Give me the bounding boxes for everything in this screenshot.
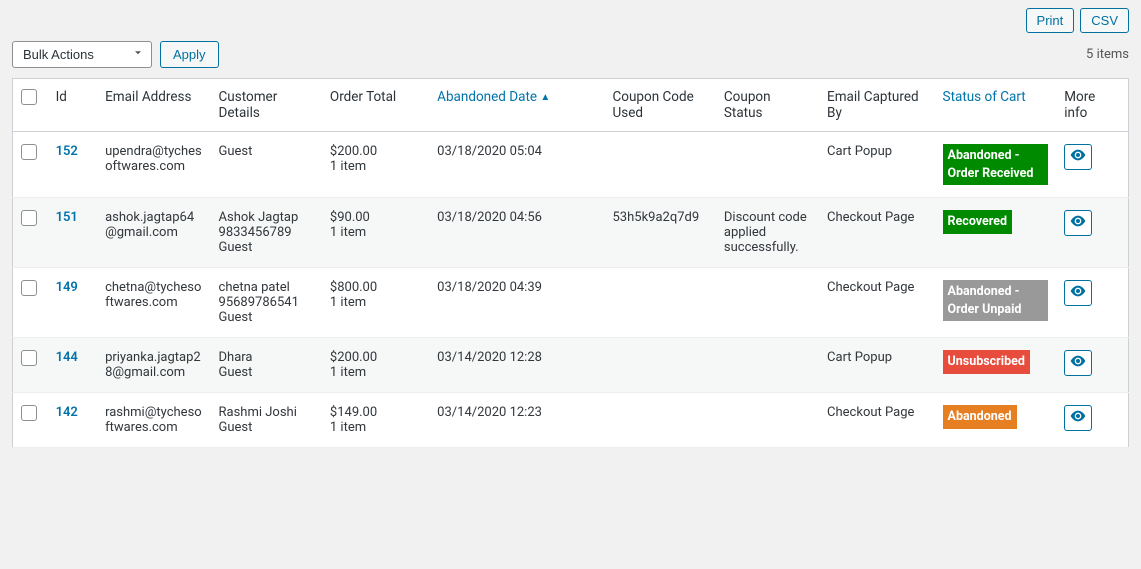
view-details-button[interactable] — [1064, 350, 1092, 376]
order-total-cell: $200.001 item — [322, 132, 429, 198]
customer-cell: Ashok Jagtap9833456789Guest — [211, 198, 322, 268]
table-row: 144 priyanka.jagtap28@gmail.comDharaGuest… — [13, 338, 1129, 393]
id-link[interactable]: 151 — [56, 210, 78, 225]
table-row: 142 rashmi@tychesoftwares.comRashmi Joshi… — [13, 393, 1129, 448]
table-row: 149 chetna@tychesoftwares.comchetna patel… — [13, 268, 1129, 338]
csv-button[interactable]: CSV — [1080, 8, 1129, 33]
order-total-cell: $200.001 item — [322, 338, 429, 393]
status-badge: Abandoned - Order Unpaid — [943, 280, 1049, 321]
captured-by-cell: Checkout Page — [819, 268, 935, 338]
row-checkbox[interactable] — [21, 210, 37, 226]
coupon-cell — [605, 393, 716, 448]
view-details-button[interactable] — [1064, 210, 1092, 236]
email-cell: priyanka.jagtap28@gmail.com — [97, 338, 210, 393]
coupon-cell — [605, 268, 716, 338]
bulk-actions-select[interactable]: Bulk Actions — [12, 41, 152, 68]
id-link[interactable]: 142 — [56, 405, 78, 420]
coupon-status-cell — [716, 132, 819, 198]
eye-icon — [1070, 285, 1086, 301]
customer-cell: DharaGuest — [211, 338, 322, 393]
id-link[interactable]: 149 — [56, 280, 78, 295]
date-cell: 03/18/2020 04:56 — [429, 198, 604, 268]
order-total-cell: $90.001 item — [322, 198, 429, 268]
captured-by-cell: Cart Popup — [819, 338, 935, 393]
col-order-total: Order Total — [322, 79, 429, 132]
row-checkbox[interactable] — [21, 405, 37, 421]
apply-button[interactable]: Apply — [160, 41, 219, 68]
items-count: 5 items — [1086, 47, 1129, 62]
coupon-status-cell — [716, 393, 819, 448]
captured-by-cell: Checkout Page — [819, 393, 935, 448]
date-cell: 03/18/2020 05:04 — [429, 132, 604, 198]
view-details-button[interactable] — [1064, 405, 1092, 431]
coupon-status-cell — [716, 338, 819, 393]
row-checkbox[interactable] — [21, 280, 37, 296]
eye-icon — [1070, 410, 1086, 426]
id-link[interactable]: 152 — [56, 144, 78, 159]
table-row: 152 upendra@tychesoftwares.comGuest$200.0… — [13, 132, 1129, 198]
date-cell: 03/14/2020 12:23 — [429, 393, 604, 448]
email-cell: chetna@tychesoftwares.com — [97, 268, 210, 338]
email-cell: upendra@tychesoftwares.com — [97, 132, 210, 198]
row-checkbox[interactable] — [21, 350, 37, 366]
customer-cell: chetna patel95689786541Guest — [211, 268, 322, 338]
col-cart-status[interactable]: Status of Cart — [935, 79, 1057, 132]
col-more-info: More info — [1056, 79, 1128, 132]
select-all-checkbox[interactable] — [21, 89, 37, 105]
col-email[interactable]: Email Address — [97, 79, 210, 132]
email-cell: rashmi@tychesoftwares.com — [97, 393, 210, 448]
status-badge: Unsubscribed — [943, 350, 1030, 374]
status-badge: Abandoned — [943, 405, 1017, 429]
sort-asc-icon: ▲ — [540, 92, 550, 103]
date-cell: 03/14/2020 12:28 — [429, 338, 604, 393]
col-coupon-status: Coupon Status — [716, 79, 819, 132]
view-details-button[interactable] — [1064, 144, 1092, 170]
captured-by-cell: Checkout Page — [819, 198, 935, 268]
coupon-status-cell: Discount code applied successfully. — [716, 198, 819, 268]
eye-icon — [1070, 355, 1086, 371]
print-button[interactable]: Print — [1026, 8, 1075, 33]
captured-by-cell: Cart Popup — [819, 132, 935, 198]
table-row: 151 ashok.jagtap64@gmail.comAshok Jagtap9… — [13, 198, 1129, 268]
customer-cell: Guest — [211, 132, 322, 198]
email-cell: ashok.jagtap64@gmail.com — [97, 198, 210, 268]
row-checkbox[interactable] — [21, 144, 37, 160]
coupon-cell — [605, 338, 716, 393]
col-customer: Customer Details — [211, 79, 322, 132]
eye-icon — [1070, 149, 1086, 165]
col-email-captured: Email Captured By — [819, 79, 935, 132]
col-id[interactable]: Id — [48, 79, 98, 132]
customer-cell: Rashmi JoshiGuest — [211, 393, 322, 448]
coupon-status-cell — [716, 268, 819, 338]
date-cell: 03/18/2020 04:39 — [429, 268, 604, 338]
coupon-cell — [605, 132, 716, 198]
eye-icon — [1070, 215, 1086, 231]
status-badge: Abandoned - Order Received — [943, 144, 1049, 185]
col-coupon-used: Coupon Code Used — [605, 79, 716, 132]
order-total-cell: $149.001 item — [322, 393, 429, 448]
status-badge: Recovered — [943, 210, 1013, 234]
col-abandoned-date[interactable]: Abandoned Date ▲ — [429, 79, 604, 132]
coupon-cell: 53h5k9a2q7d9 — [605, 198, 716, 268]
view-details-button[interactable] — [1064, 280, 1092, 306]
abandoned-carts-table: Id Email Address Customer Details Order … — [12, 78, 1129, 448]
order-total-cell: $800.001 item — [322, 268, 429, 338]
id-link[interactable]: 144 — [56, 350, 78, 365]
